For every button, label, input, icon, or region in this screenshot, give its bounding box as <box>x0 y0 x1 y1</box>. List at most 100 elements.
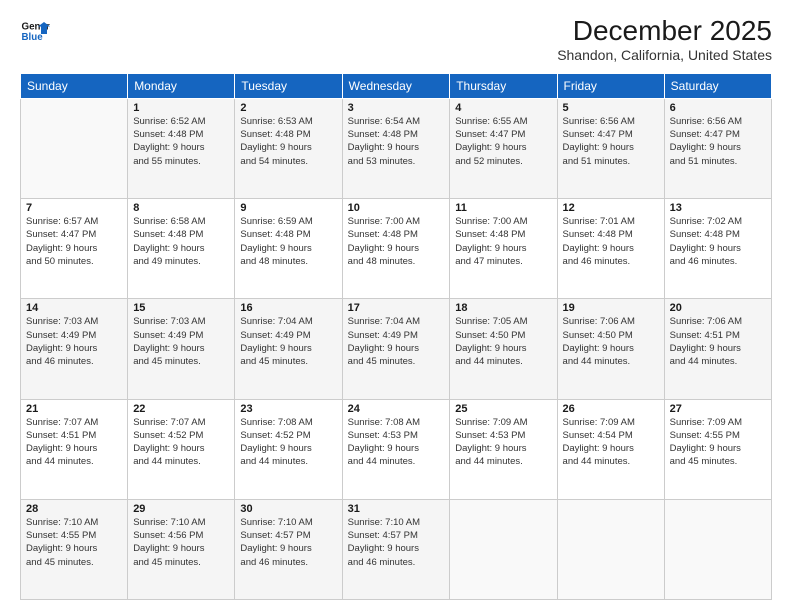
calendar-table: Sunday Monday Tuesday Wednesday Thursday… <box>20 73 772 600</box>
header-wednesday: Wednesday <box>342 73 450 98</box>
table-row: 19Sunrise: 7:06 AMSunset: 4:50 PMDayligh… <box>557 299 664 399</box>
day-number: 13 <box>670 202 766 214</box>
title-block: December 2025 Shandon, California, Unite… <box>557 16 772 63</box>
day-detail: Sunrise: 6:59 AMSunset: 4:48 PMDaylight:… <box>240 215 336 268</box>
table-row <box>21 98 128 198</box>
day-number: 18 <box>455 302 551 314</box>
calendar-header-row: Sunday Monday Tuesday Wednesday Thursday… <box>21 73 772 98</box>
logo: General Blue <box>20 16 50 46</box>
header-friday: Friday <box>557 73 664 98</box>
day-number: 16 <box>240 302 336 314</box>
table-row: 29Sunrise: 7:10 AMSunset: 4:56 PMDayligh… <box>128 499 235 599</box>
day-number: 12 <box>563 202 659 214</box>
day-detail: Sunrise: 7:05 AMSunset: 4:50 PMDaylight:… <box>455 315 551 368</box>
table-row: 23Sunrise: 7:08 AMSunset: 4:52 PMDayligh… <box>235 399 342 499</box>
day-number: 11 <box>455 202 551 214</box>
day-detail: Sunrise: 7:04 AMSunset: 4:49 PMDaylight:… <box>348 315 445 368</box>
table-row: 1Sunrise: 6:52 AMSunset: 4:48 PMDaylight… <box>128 98 235 198</box>
page: General Blue December 2025 Shandon, Cali… <box>0 0 792 612</box>
table-row: 21Sunrise: 7:07 AMSunset: 4:51 PMDayligh… <box>21 399 128 499</box>
day-number: 15 <box>133 302 229 314</box>
calendar-week-row: 28Sunrise: 7:10 AMSunset: 4:55 PMDayligh… <box>21 499 772 599</box>
header-monday: Monday <box>128 73 235 98</box>
day-number: 30 <box>240 503 336 515</box>
table-row <box>450 499 557 599</box>
table-row: 30Sunrise: 7:10 AMSunset: 4:57 PMDayligh… <box>235 499 342 599</box>
logo-icon: General Blue <box>20 16 50 46</box>
day-number: 25 <box>455 403 551 415</box>
table-row: 8Sunrise: 6:58 AMSunset: 4:48 PMDaylight… <box>128 199 235 299</box>
calendar-week-row: 21Sunrise: 7:07 AMSunset: 4:51 PMDayligh… <box>21 399 772 499</box>
table-row: 12Sunrise: 7:01 AMSunset: 4:48 PMDayligh… <box>557 199 664 299</box>
day-number: 28 <box>26 503 122 515</box>
day-detail: Sunrise: 6:55 AMSunset: 4:47 PMDaylight:… <box>455 115 551 168</box>
header-saturday: Saturday <box>664 73 771 98</box>
day-detail: Sunrise: 7:00 AMSunset: 4:48 PMDaylight:… <box>348 215 445 268</box>
day-number: 9 <box>240 202 336 214</box>
table-row: 13Sunrise: 7:02 AMSunset: 4:48 PMDayligh… <box>664 199 771 299</box>
table-row: 14Sunrise: 7:03 AMSunset: 4:49 PMDayligh… <box>21 299 128 399</box>
day-number: 5 <box>563 102 659 114</box>
day-detail: Sunrise: 7:06 AMSunset: 4:51 PMDaylight:… <box>670 315 766 368</box>
table-row: 5Sunrise: 6:56 AMSunset: 4:47 PMDaylight… <box>557 98 664 198</box>
table-row: 20Sunrise: 7:06 AMSunset: 4:51 PMDayligh… <box>664 299 771 399</box>
day-detail: Sunrise: 7:08 AMSunset: 4:52 PMDaylight:… <box>240 416 336 469</box>
day-number: 8 <box>133 202 229 214</box>
day-number: 24 <box>348 403 445 415</box>
table-row: 27Sunrise: 7:09 AMSunset: 4:55 PMDayligh… <box>664 399 771 499</box>
table-row: 11Sunrise: 7:00 AMSunset: 4:48 PMDayligh… <box>450 199 557 299</box>
day-detail: Sunrise: 6:57 AMSunset: 4:47 PMDaylight:… <box>26 215 122 268</box>
day-detail: Sunrise: 6:56 AMSunset: 4:47 PMDaylight:… <box>563 115 659 168</box>
day-detail: Sunrise: 7:04 AMSunset: 4:49 PMDaylight:… <box>240 315 336 368</box>
day-detail: Sunrise: 7:08 AMSunset: 4:53 PMDaylight:… <box>348 416 445 469</box>
table-row: 22Sunrise: 7:07 AMSunset: 4:52 PMDayligh… <box>128 399 235 499</box>
day-detail: Sunrise: 7:02 AMSunset: 4:48 PMDaylight:… <box>670 215 766 268</box>
day-number: 7 <box>26 202 122 214</box>
day-detail: Sunrise: 7:00 AMSunset: 4:48 PMDaylight:… <box>455 215 551 268</box>
day-number: 2 <box>240 102 336 114</box>
table-row: 25Sunrise: 7:09 AMSunset: 4:53 PMDayligh… <box>450 399 557 499</box>
day-number: 27 <box>670 403 766 415</box>
day-number: 3 <box>348 102 445 114</box>
day-detail: Sunrise: 7:06 AMSunset: 4:50 PMDaylight:… <box>563 315 659 368</box>
day-detail: Sunrise: 7:10 AMSunset: 4:57 PMDaylight:… <box>240 516 336 569</box>
day-detail: Sunrise: 7:03 AMSunset: 4:49 PMDaylight:… <box>133 315 229 368</box>
svg-text:Blue: Blue <box>22 32 44 43</box>
table-row <box>557 499 664 599</box>
table-row: 18Sunrise: 7:05 AMSunset: 4:50 PMDayligh… <box>450 299 557 399</box>
day-number: 21 <box>26 403 122 415</box>
calendar-week-row: 1Sunrise: 6:52 AMSunset: 4:48 PMDaylight… <box>21 98 772 198</box>
day-detail: Sunrise: 6:53 AMSunset: 4:48 PMDaylight:… <box>240 115 336 168</box>
header-thursday: Thursday <box>450 73 557 98</box>
day-number: 20 <box>670 302 766 314</box>
day-detail: Sunrise: 6:52 AMSunset: 4:48 PMDaylight:… <box>133 115 229 168</box>
day-number: 14 <box>26 302 122 314</box>
day-detail: Sunrise: 6:54 AMSunset: 4:48 PMDaylight:… <box>348 115 445 168</box>
calendar-week-row: 14Sunrise: 7:03 AMSunset: 4:49 PMDayligh… <box>21 299 772 399</box>
table-row <box>664 499 771 599</box>
day-detail: Sunrise: 7:01 AMSunset: 4:48 PMDaylight:… <box>563 215 659 268</box>
day-detail: Sunrise: 7:09 AMSunset: 4:53 PMDaylight:… <box>455 416 551 469</box>
table-row: 6Sunrise: 6:56 AMSunset: 4:47 PMDaylight… <box>664 98 771 198</box>
day-number: 10 <box>348 202 445 214</box>
day-detail: Sunrise: 7:09 AMSunset: 4:55 PMDaylight:… <box>670 416 766 469</box>
day-number: 17 <box>348 302 445 314</box>
day-detail: Sunrise: 7:09 AMSunset: 4:54 PMDaylight:… <box>563 416 659 469</box>
day-detail: Sunrise: 7:10 AMSunset: 4:57 PMDaylight:… <box>348 516 445 569</box>
table-row: 10Sunrise: 7:00 AMSunset: 4:48 PMDayligh… <box>342 199 450 299</box>
table-row: 4Sunrise: 6:55 AMSunset: 4:47 PMDaylight… <box>450 98 557 198</box>
day-detail: Sunrise: 7:07 AMSunset: 4:52 PMDaylight:… <box>133 416 229 469</box>
day-number: 29 <box>133 503 229 515</box>
table-row: 9Sunrise: 6:59 AMSunset: 4:48 PMDaylight… <box>235 199 342 299</box>
day-number: 6 <box>670 102 766 114</box>
day-detail: Sunrise: 7:03 AMSunset: 4:49 PMDaylight:… <box>26 315 122 368</box>
header-tuesday: Tuesday <box>235 73 342 98</box>
day-detail: Sunrise: 7:07 AMSunset: 4:51 PMDaylight:… <box>26 416 122 469</box>
table-row: 2Sunrise: 6:53 AMSunset: 4:48 PMDaylight… <box>235 98 342 198</box>
subtitle: Shandon, California, United States <box>557 47 772 63</box>
day-number: 19 <box>563 302 659 314</box>
day-number: 31 <box>348 503 445 515</box>
day-detail: Sunrise: 7:10 AMSunset: 4:55 PMDaylight:… <box>26 516 122 569</box>
header-sunday: Sunday <box>21 73 128 98</box>
day-number: 22 <box>133 403 229 415</box>
